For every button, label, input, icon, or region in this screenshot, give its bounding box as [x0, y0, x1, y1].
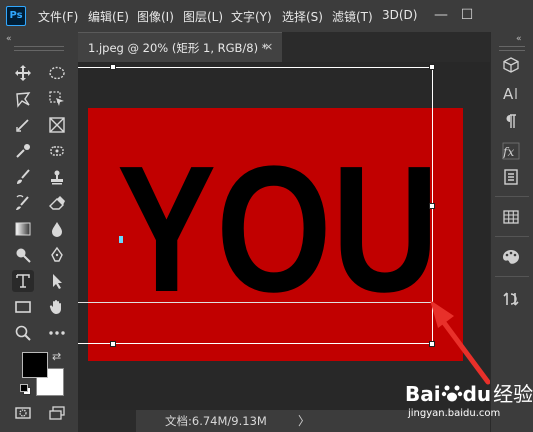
eraser-icon[interactable] [46, 192, 68, 214]
stamp-icon[interactable] [46, 166, 68, 188]
right-panel-dock: « A fx [490, 32, 533, 432]
frame-icon[interactable] [46, 114, 68, 136]
dodge-icon[interactable] [12, 244, 34, 266]
collapse-toolbar-icon[interactable]: « [6, 34, 12, 44]
path-select-icon[interactable] [46, 270, 68, 292]
screen-mode-icon[interactable] [46, 402, 68, 424]
maximize-button[interactable]: ☐ [458, 6, 476, 24]
baidu-jingyan-watermark: Bai du 经验 jingyan.baidu.com [405, 376, 533, 430]
menu-file[interactable]: 文件(F) [38, 8, 78, 25]
svg-text:fx: fx [502, 145, 514, 159]
watermark-brand: Bai du 经验 [405, 378, 533, 409]
foreground-color-swatch[interactable] [22, 352, 48, 378]
pen-icon[interactable] [46, 244, 68, 266]
menu-select[interactable]: 选择(S) [282, 8, 323, 25]
styles-icon[interactable]: fx [500, 140, 522, 162]
photoshop-logo[interactable]: Ps [6, 6, 26, 26]
paragraph-icon[interactable] [500, 110, 522, 132]
menu-image[interactable]: 图像(I) [137, 8, 174, 25]
crop-icon[interactable] [12, 114, 34, 136]
status-menu-arrow[interactable]: 〉 [298, 412, 310, 429]
eyedropper-icon[interactable] [12, 140, 34, 162]
menu-edit[interactable]: 编辑(E) [88, 8, 129, 25]
zoom-icon[interactable] [12, 322, 34, 344]
healing-icon[interactable] [46, 140, 68, 162]
toolbar-grip[interactable] [14, 46, 64, 51]
transform-handle-right[interactable] [429, 203, 435, 209]
swatches-grid-icon[interactable] [500, 206, 522, 228]
document-size-info: 文档:6.74M/9.13M [165, 414, 267, 428]
document-tab-title[interactable]: 1.jpeg @ 20% (矩形 1, RGB/8) * [88, 40, 268, 56]
menu-layer[interactable]: 图层(L) [183, 8, 223, 25]
marquee-ellipse-icon[interactable] [46, 62, 68, 84]
transform-handle-top-left[interactable] [110, 64, 116, 70]
transform-handle-bottom-left[interactable] [110, 341, 116, 347]
history-brush-icon[interactable] [12, 192, 34, 214]
annotation-arrow-icon [430, 300, 491, 385]
watermark-url: jingyan.baidu.com [408, 408, 501, 419]
move-icon[interactable] [12, 62, 34, 84]
panel-separator [495, 196, 529, 197]
3d-cube-icon[interactable] [500, 54, 522, 76]
default-colors-icon[interactable] [20, 384, 31, 395]
transform-handle-top-right[interactable] [429, 64, 435, 70]
object-select-icon[interactable] [46, 88, 68, 110]
swap-colors-icon[interactable]: ⇄ [52, 350, 61, 363]
panel-grip[interactable] [499, 46, 525, 51]
expand-panels-icon[interactable]: « [516, 34, 522, 44]
properties-icon[interactable] [500, 166, 522, 188]
document-tab-bar: 1.jpeg @ 20% (矩形 1, RGB/8) * × [78, 32, 490, 62]
adjust-icon[interactable] [500, 288, 522, 310]
zoom-field[interactable] [78, 410, 136, 432]
brush-icon[interactable] [12, 166, 34, 188]
hand-icon[interactable] [46, 296, 68, 318]
more-icon[interactable] [46, 322, 68, 344]
panel-separator [495, 236, 529, 237]
menu-bar: Ps 文件(F) 编辑(E) 图像(I) 图层(L) 文字(Y) 选择(S) 滤… [0, 0, 533, 32]
menu-filter[interactable]: 滤镜(T) [332, 8, 373, 25]
minimize-button[interactable]: — [432, 6, 450, 24]
palette-icon[interactable] [500, 246, 522, 268]
svg-text:A: A [503, 85, 514, 102]
quick-mask-icon[interactable] [12, 402, 34, 424]
character-icon[interactable]: A [500, 82, 522, 104]
guide-line [78, 302, 433, 303]
tools-panel: « ⇄ [0, 32, 78, 432]
paw-icon [441, 382, 463, 409]
close-tab-button[interactable]: × [264, 40, 273, 53]
blur-icon[interactable] [46, 218, 68, 240]
gradient-icon[interactable] [12, 218, 34, 240]
rectangle-icon[interactable] [12, 296, 34, 318]
panel-separator [495, 276, 529, 277]
menu-type[interactable]: 文字(Y) [231, 8, 272, 25]
type-icon[interactable] [12, 270, 34, 292]
menu-3d[interactable]: 3D(D) [382, 8, 417, 22]
document-tab[interactable]: 1.jpeg @ 20% (矩形 1, RGB/8) * × [78, 32, 282, 62]
lasso-icon[interactable] [12, 88, 34, 110]
